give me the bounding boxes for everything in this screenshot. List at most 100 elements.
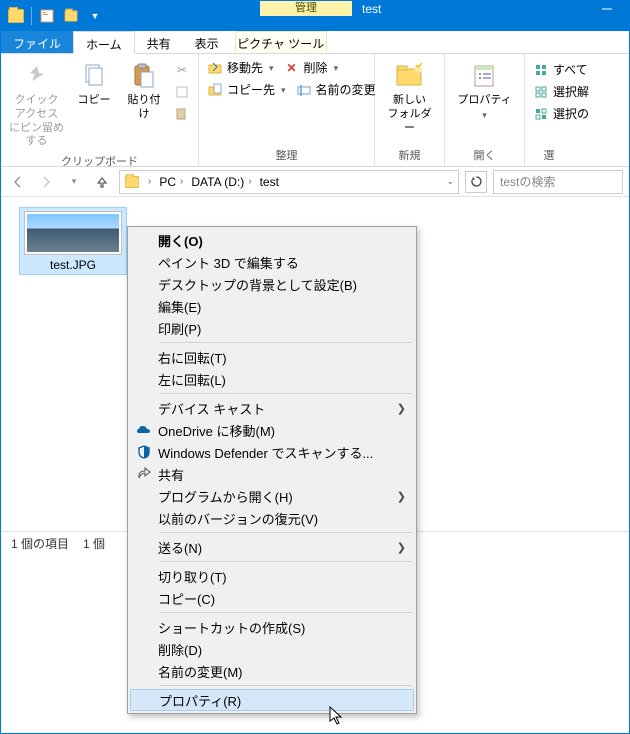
breadcrumb[interactable]: › PC› DATA (D:)› test ⌄ — [119, 170, 459, 194]
window-controls — [584, 4, 629, 14]
new-folder-button[interactable]: 新しい フォルダー — [379, 58, 440, 137]
paste-shortcut-icon — [174, 106, 190, 122]
invert-selection-icon — [533, 106, 549, 122]
minimize-button[interactable] — [584, 4, 629, 14]
file-name-label: test.JPG — [50, 258, 96, 272]
ctx-send-to[interactable]: 送る(N)❯ — [130, 536, 414, 558]
ctx-rotate-right[interactable]: 右に回転(T) — [130, 346, 414, 368]
ctx-print[interactable]: 印刷(P) — [130, 317, 414, 339]
pin-icon — [21, 60, 53, 92]
breadcrumb-drive[interactable]: DATA (D:)› — [187, 171, 255, 193]
breadcrumb-folder[interactable]: test — [256, 171, 283, 193]
chevron-right-icon[interactable]: › — [148, 176, 151, 187]
breadcrumb-dropdown[interactable]: ⌄ — [442, 171, 458, 193]
address-bar-row: ▾ › PC› DATA (D:)› test ⌄ testの検索 — [1, 167, 629, 197]
ctx-rename[interactable]: 名前の変更(M) — [130, 660, 414, 682]
explorer-window: ▼ 管理 test ファイル ホーム 共有 表示 — [0, 0, 630, 734]
group-label-open: 開く — [449, 145, 520, 166]
select-all-button[interactable]: すべて — [529, 60, 593, 80]
nav-recent-dropdown[interactable]: ▾ — [63, 171, 85, 193]
ctx-separator — [160, 685, 412, 686]
properties-button[interactable]: プロパティ ▾ — [453, 58, 515, 123]
cut-button[interactable]: ✂ — [170, 60, 194, 80]
status-selected: 1 個 — [83, 535, 105, 552]
copy-path-button[interactable] — [170, 82, 194, 102]
ctx-open[interactable]: 開く(O) — [130, 229, 414, 251]
select-all-icon — [533, 62, 549, 78]
ctx-copy[interactable]: コピー(C) — [130, 587, 414, 609]
ribbon-group-select: すべて 選択解 選択の 選 — [525, 54, 573, 166]
refresh-button[interactable] — [465, 171, 487, 193]
ribbon-group-new: 新しい フォルダー 新規 — [375, 54, 445, 166]
ctx-set-wallpaper[interactable]: デスクトップの背景として設定(B) — [130, 273, 414, 295]
properties-icon — [469, 60, 501, 92]
qat-dropdown-icon[interactable]: ▼ — [84, 5, 106, 27]
tab-view[interactable]: 表示 — [183, 31, 231, 53]
ctx-properties[interactable]: プロパティ(R) — [130, 689, 414, 711]
rename-icon — [296, 82, 312, 98]
ribbon: クイック アクセス にピン留めする コピー 貼り付け ✂ クリップボード — [1, 54, 629, 167]
delete-button[interactable]: ✕削除▾ — [280, 58, 343, 78]
tab-share[interactable]: 共有 — [135, 31, 183, 53]
breadcrumb-folder-icon[interactable] — [120, 175, 144, 189]
ctx-onedrive[interactable]: OneDrive に移動(M) — [130, 419, 414, 441]
file-thumbnail — [25, 212, 121, 254]
ctx-restore-versions[interactable]: 以前のバージョンの復元(V) — [130, 507, 414, 529]
group-label-select: 選 — [529, 145, 569, 166]
ctx-separator — [160, 612, 412, 613]
select-none-button[interactable]: 選択解 — [529, 82, 593, 102]
ctx-defender[interactable]: Windows Defender でスキャンする... — [130, 441, 414, 463]
ctx-separator — [160, 342, 412, 343]
ctx-separator — [160, 393, 412, 394]
paste-button[interactable]: 貼り付け — [120, 58, 168, 124]
paste-shortcut-button[interactable] — [170, 104, 194, 124]
search-placeholder: testの検索 — [500, 173, 555, 190]
pin-quick-access-button[interactable]: クイック アクセス にピン留めする — [5, 58, 68, 151]
copy-to-button[interactable]: コピー先▾ — [203, 80, 290, 100]
ctx-share[interactable]: 共有 — [130, 463, 414, 485]
ctx-open-with[interactable]: プログラムから開く(H)❯ — [130, 485, 414, 507]
chevron-right-icon: ❯ — [391, 541, 406, 554]
ribbon-tabs — [110, 16, 629, 31]
ribbon-group-clipboard: クイック アクセス にピン留めする コピー 貼り付け ✂ クリップボード — [1, 54, 199, 166]
chevron-right-icon: ❯ — [391, 490, 406, 503]
ctx-create-shortcut[interactable]: ショートカットの作成(S) — [130, 616, 414, 638]
group-label-organize: 整理 — [203, 145, 370, 166]
qat-properties-icon[interactable] — [36, 5, 58, 27]
copy-button[interactable]: コピー — [70, 58, 118, 110]
new-folder-icon — [394, 60, 426, 92]
qat-new-folder-icon[interactable] — [60, 5, 82, 27]
context-menu: 開く(O) ペイント 3D で編集する デスクトップの背景として設定(B) 編集… — [127, 226, 417, 714]
app-folder-icon[interactable] — [5, 5, 27, 27]
move-to-icon — [207, 60, 223, 76]
ctx-cut[interactable]: 切り取り(T) — [130, 565, 414, 587]
nav-up-button[interactable] — [91, 171, 113, 193]
scissors-icon: ✂ — [174, 62, 190, 78]
status-item-count: 1 個の項目 — [11, 535, 69, 552]
ctx-separator — [160, 561, 412, 562]
copy-icon — [78, 60, 110, 92]
nav-back-button[interactable] — [7, 171, 29, 193]
search-input[interactable]: testの検索 — [493, 170, 623, 194]
copy-path-icon — [174, 84, 190, 100]
select-none-icon — [533, 84, 549, 100]
tab-file[interactable]: ファイル — [1, 31, 73, 53]
group-label-new: 新規 — [379, 145, 440, 166]
defender-icon — [130, 445, 158, 459]
ctx-edit[interactable]: 編集(E) — [130, 295, 414, 317]
contextual-tab-title: 管理 — [260, 1, 352, 16]
ctx-rotate-left[interactable]: 左に回転(L) — [130, 368, 414, 390]
breadcrumb-pc[interactable]: PC› — [155, 171, 187, 193]
move-to-button[interactable]: 移動先▾ — [203, 58, 278, 78]
rename-button[interactable]: 名前の変更 — [292, 80, 380, 100]
invert-selection-button[interactable]: 選択の — [529, 104, 593, 124]
ctx-delete[interactable]: 削除(D) — [130, 638, 414, 660]
paste-icon — [128, 60, 160, 92]
ribbon-group-organize: 移動先▾ ✕削除▾ コピー先▾ 名前の変更 整理 — [199, 54, 375, 166]
tab-home[interactable]: ホーム — [73, 31, 135, 54]
nav-forward-button[interactable] — [35, 171, 57, 193]
tab-picture-tools[interactable]: ピクチャ ツール — [235, 31, 327, 53]
ctx-cast[interactable]: デバイス キャスト❯ — [130, 397, 414, 419]
ctx-edit-paint3d[interactable]: ペイント 3D で編集する — [130, 251, 414, 273]
file-item[interactable]: test.JPG — [19, 207, 127, 275]
